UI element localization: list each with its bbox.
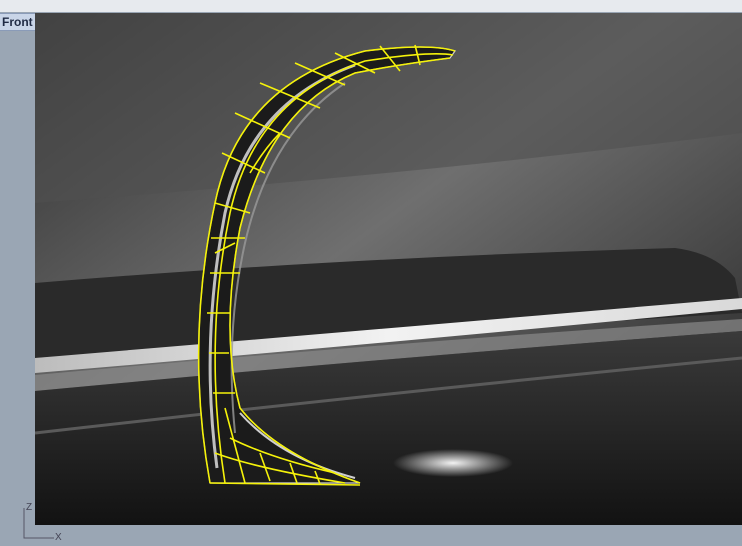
axis-indicator: Z X: [18, 502, 68, 546]
render-scene: [34, 13, 742, 525]
x-axis-label: X: [55, 532, 62, 543]
viewport-name[interactable]: Front: [0, 15, 35, 29]
z-axis-label: Z: [26, 502, 33, 513]
viewport-canvas[interactable]: [34, 13, 742, 525]
top-toolbar-strip: [0, 0, 742, 12]
